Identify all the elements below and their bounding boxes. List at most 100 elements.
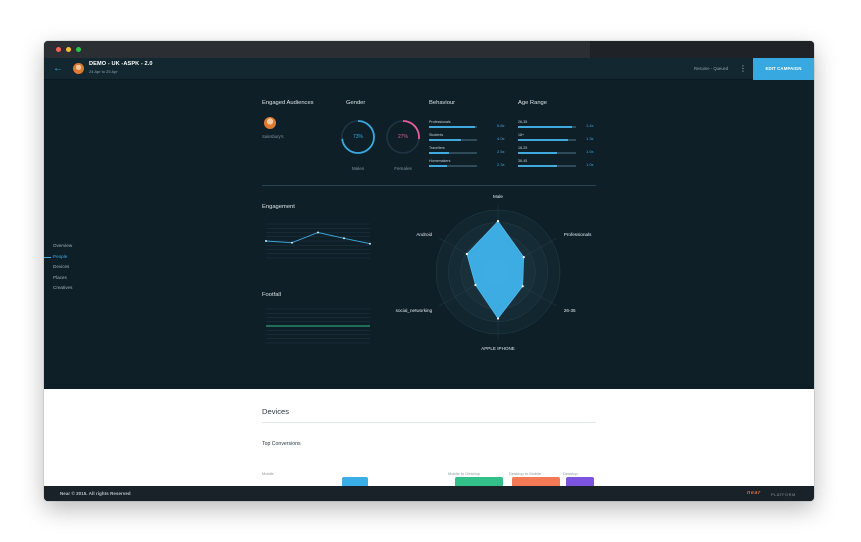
nav-item-creatives[interactable]: Creatives xyxy=(44,283,104,294)
males-percent: 73% xyxy=(352,134,363,140)
nav-item-people[interactable]: People xyxy=(44,252,104,263)
people-dashboard: Overview People Devices Places Creatives… xyxy=(44,80,814,389)
footfall-heading: Footfall xyxy=(262,292,282,298)
behaviour-row: Students 4.0x xyxy=(429,133,509,146)
engagement-line xyxy=(265,232,371,245)
campaign-status[interactable]: Resume - Queued xyxy=(694,66,728,71)
radar-point xyxy=(496,220,500,223)
age-range-label: 26-35 xyxy=(518,120,528,124)
more-vertical-icon[interactable]: ⋮ xyxy=(739,63,747,75)
behaviour-label: Travellers xyxy=(429,146,445,150)
age-range-row: 36-45 1.0x xyxy=(518,159,598,172)
radar-axis-label: Male xyxy=(493,194,503,199)
campaign-title: DEMO - UK -ASPK - 2.0 xyxy=(89,61,153,67)
data-point xyxy=(291,241,293,244)
age-range-fill xyxy=(518,165,557,168)
app-footer: Near © 2015. All rights Reserved near PL… xyxy=(44,486,814,501)
behaviour-label: Professionals xyxy=(429,120,451,124)
radar-axis-label: social_networking xyxy=(396,308,433,313)
behaviour-track xyxy=(429,152,477,155)
data-point xyxy=(369,242,371,245)
age-range-track xyxy=(518,152,576,155)
conversion-label-desktop: Desktop xyxy=(563,471,578,476)
conversion-label-mobile: Mobile xyxy=(262,471,274,476)
radar-point xyxy=(521,285,524,288)
females-percent: 27% xyxy=(397,134,408,140)
age-range-track xyxy=(518,139,576,142)
browser-tab-strip xyxy=(590,41,814,58)
footfall-chart xyxy=(266,308,370,344)
age-range-value: 1.3x xyxy=(586,136,594,141)
radar-point xyxy=(474,283,477,287)
age-range-label: 18+ xyxy=(518,133,525,137)
engagement-heading: Engagement xyxy=(262,204,295,210)
nav-item-devices[interactable]: Devices xyxy=(44,262,104,273)
behaviour-value: 2.5x xyxy=(497,149,505,154)
age-range-label: 36-45 xyxy=(518,159,528,163)
behaviour-value: 2.3x xyxy=(497,162,505,167)
behaviour-row: Travellers 2.5x xyxy=(429,146,509,159)
back-arrow-icon[interactable]: ← xyxy=(52,63,64,75)
app-header: ← DEMO - UK -ASPK - 2.0 24 Apr to 25 Apr… xyxy=(44,58,814,80)
data-point xyxy=(265,240,267,242)
audience-avatar[interactable] xyxy=(264,117,276,129)
radar-axis-label: APPLE IPHONE xyxy=(481,346,515,351)
top-conversions-heading: Top Conversions xyxy=(262,441,301,447)
conversion-label-desktop-to-mobile: Desktop to Mobile xyxy=(509,471,542,476)
age-range-row: 18+ 1.3x xyxy=(518,133,598,146)
campaign-avatar xyxy=(73,63,84,74)
footer-copyright: Near © 2015. All rights Reserved xyxy=(60,491,131,496)
data-point xyxy=(317,231,319,234)
age-range-heading: Age Range xyxy=(518,100,548,106)
nav-item-places[interactable]: Places xyxy=(44,273,104,284)
behaviour-heading: Behaviour xyxy=(429,100,456,106)
behaviour-row: Homemakers 2.3x xyxy=(429,159,509,172)
engaged-audiences-heading: Engaged Audiences xyxy=(262,100,314,106)
nav-item-overview[interactable]: Overview xyxy=(44,241,104,252)
females-label: Females xyxy=(394,166,412,171)
behaviour-fill xyxy=(429,165,448,168)
age-range-label: 18-25 xyxy=(518,146,528,150)
behaviour-fill xyxy=(429,152,449,155)
close-window-dot[interactable] xyxy=(56,47,61,52)
radar-axis-label: Professionals xyxy=(564,232,592,237)
campaign-dates: 24 Apr to 25 Apr xyxy=(89,69,118,74)
age-range-track xyxy=(518,126,576,129)
edit-campaign-button[interactable]: EDIT CAMPAIGN xyxy=(753,58,814,80)
behaviour-track xyxy=(429,165,477,168)
age-range-row: 18-25 1.0x xyxy=(518,146,598,159)
behaviour-fill xyxy=(429,126,476,129)
window-titlebar xyxy=(44,41,814,58)
behaviour-label: Homemakers xyxy=(429,159,451,163)
radar-point xyxy=(465,252,468,256)
conversion-label-mobile-to-desktop: Mobile to Desktop xyxy=(448,471,481,476)
minimize-window-dot[interactable] xyxy=(66,47,71,52)
age-range-fill xyxy=(518,126,573,129)
males-label: Males xyxy=(351,166,365,171)
age-range-value: 1.4x xyxy=(586,123,594,128)
behaviour-track xyxy=(429,139,477,142)
behaviour-track xyxy=(429,126,477,129)
age-range-fill xyxy=(518,139,569,142)
devices-divider xyxy=(262,422,596,423)
devices-section: Devices Top Conversions Mobile Mobile to… xyxy=(44,389,814,489)
near-logo: near xyxy=(747,490,761,496)
engagement-points xyxy=(265,231,371,245)
app-window: ← DEMO - UK -ASPK - 2.0 24 Apr to 25 Apr… xyxy=(44,41,814,501)
behaviour-label: Students xyxy=(429,133,444,137)
people-radar-chart: Male Professionals 26-35 APPLE IPHONE social… xyxy=(396,194,592,351)
engagement-grid xyxy=(266,223,370,259)
radar-axis-label: Android xyxy=(416,232,432,237)
age-range-value: 1.0x xyxy=(586,162,594,167)
devices-heading: Devices xyxy=(262,407,290,416)
radar-axis-label: 26-35 xyxy=(564,308,576,313)
maximize-window-dot[interactable] xyxy=(76,47,81,52)
radar-point xyxy=(496,317,500,320)
side-navigation: Overview People Devices Places Creatives xyxy=(44,241,104,294)
radar-point xyxy=(522,256,525,259)
behaviour-value: 4.0x xyxy=(497,136,505,141)
data-point xyxy=(343,237,345,240)
age-range-value: 1.0x xyxy=(586,149,594,154)
age-range-row: 26-35 1.4x xyxy=(518,120,598,133)
gender-heading: Gender xyxy=(346,100,366,106)
